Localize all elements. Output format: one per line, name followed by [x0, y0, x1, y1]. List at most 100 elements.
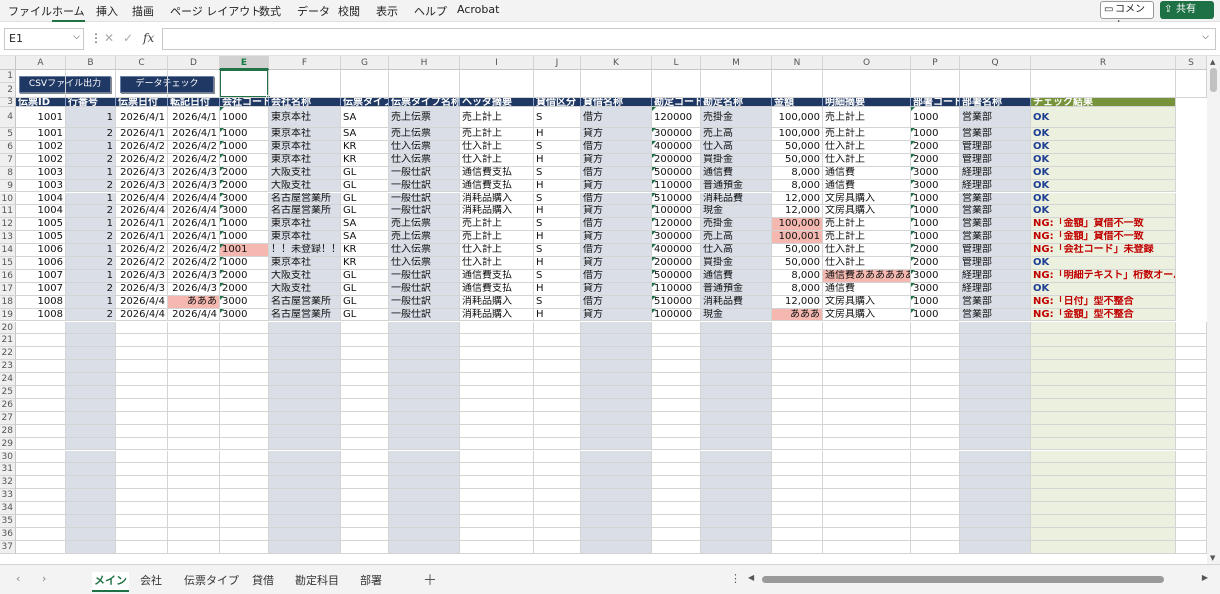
- empty-cell[interactable]: [220, 411, 269, 425]
- table-cell[interactable]: 2000: [911, 244, 960, 257]
- empty-cell[interactable]: [220, 424, 269, 438]
- table-cell[interactable]: 1000: [220, 218, 269, 232]
- table-cell[interactable]: 2026/4/4: [116, 308, 168, 322]
- table-cell[interactable]: 仕入計上: [460, 257, 534, 270]
- table-cell[interactable]: H: [534, 128, 581, 141]
- column-header-N[interactable]: N: [772, 56, 823, 70]
- empty-cell[interactable]: [460, 411, 534, 425]
- empty-cell[interactable]: [16, 437, 66, 451]
- table-cell[interactable]: 2000: [220, 282, 269, 296]
- table-cell[interactable]: 120000: [652, 218, 701, 232]
- table-cell[interactable]: 2: [66, 128, 116, 141]
- table-cell[interactable]: 1005: [16, 231, 66, 245]
- empty-cell[interactable]: [1176, 360, 1207, 374]
- table-cell[interactable]: 一般仕訳: [389, 179, 460, 193]
- empty-cell[interactable]: [701, 321, 772, 335]
- empty-cell[interactable]: [389, 411, 460, 425]
- table-cell[interactable]: 大阪支社: [269, 282, 341, 296]
- table-cell[interactable]: あああ: [772, 308, 823, 322]
- empty-cell[interactable]: [960, 502, 1031, 515]
- empty-cell[interactable]: [1031, 373, 1176, 386]
- empty-cell[interactable]: [772, 360, 823, 374]
- table-cell[interactable]: KR: [341, 153, 389, 167]
- empty-cell[interactable]: [220, 502, 269, 515]
- table-cell[interactable]: 売上伝票: [389, 128, 460, 141]
- table-cell[interactable]: 1005: [16, 218, 66, 232]
- empty-cell[interactable]: [269, 347, 341, 361]
- empty-cell[interactable]: [1176, 347, 1207, 361]
- empty-cell[interactable]: [16, 463, 66, 477]
- empty-cell[interactable]: [16, 489, 66, 503]
- empty-cell[interactable]: [341, 450, 389, 464]
- horizontal-scrollbar[interactable]: ◀ ▶: [748, 573, 1208, 585]
- row-header-15[interactable]: 15: [0, 257, 16, 270]
- table-cell[interactable]: 510000: [652, 192, 701, 206]
- empty-cell[interactable]: [66, 411, 116, 425]
- table-cell[interactable]: NG:「日付」型不整合: [1031, 295, 1176, 309]
- empty-cell[interactable]: [220, 321, 269, 335]
- table-cell[interactable]: 2026/4/4: [116, 295, 168, 309]
- table-cell[interactable]: 300000: [652, 128, 701, 141]
- empty-cell[interactable]: [911, 540, 960, 554]
- table-cell[interactable]: SA: [341, 218, 389, 232]
- table-cell[interactable]: 2026/4/2: [116, 140, 168, 154]
- row-header-18[interactable]: 18: [0, 295, 16, 309]
- table-cell[interactable]: 1007: [16, 282, 66, 296]
- empty-cell[interactable]: [460, 398, 534, 412]
- empty-cell[interactable]: [168, 398, 220, 412]
- table-cell[interactable]: 2026/4/2: [168, 257, 220, 270]
- table-cell[interactable]: 仕入計上: [823, 153, 911, 167]
- empty-cell[interactable]: [341, 540, 389, 554]
- table-header-cell[interactable]: 会社名称: [269, 98, 341, 107]
- table-cell[interactable]: 100000: [652, 205, 701, 219]
- empty-cell[interactable]: [116, 527, 168, 541]
- table-cell[interactable]: 2026/4/3: [116, 282, 168, 296]
- empty-cell[interactable]: [116, 437, 168, 451]
- table-cell[interactable]: 1000: [911, 192, 960, 206]
- insert-function-icon[interactable]: fx: [143, 31, 154, 45]
- empty-cell[interactable]: [116, 70, 168, 98]
- empty-cell[interactable]: [66, 373, 116, 386]
- table-cell[interactable]: 1000: [911, 308, 960, 322]
- empty-cell[interactable]: [269, 386, 341, 399]
- empty-cell[interactable]: [389, 450, 460, 464]
- row-header-14[interactable]: 14: [0, 244, 16, 257]
- empty-cell[interactable]: [220, 476, 269, 490]
- table-cell[interactable]: 2026/4/1: [116, 107, 168, 128]
- empty-cell[interactable]: [581, 386, 652, 399]
- row-header-32[interactable]: 32: [0, 476, 16, 490]
- table-cell[interactable]: 仕入高: [701, 140, 772, 154]
- empty-cell[interactable]: [823, 463, 911, 477]
- empty-cell[interactable]: [960, 321, 1031, 335]
- row-header-26[interactable]: 26: [0, 398, 16, 412]
- row-header-9[interactable]: 9: [0, 179, 16, 193]
- sheet-tab-1[interactable]: メイン: [92, 572, 129, 592]
- empty-cell[interactable]: [701, 476, 772, 490]
- empty-cell[interactable]: [581, 424, 652, 438]
- table-cell[interactable]: 仕入計上: [823, 244, 911, 257]
- empty-cell[interactable]: [66, 360, 116, 374]
- empty-cell[interactable]: [701, 347, 772, 361]
- select-all-corner[interactable]: [0, 56, 16, 70]
- row-header-7[interactable]: 7: [0, 153, 16, 167]
- table-cell[interactable]: 消耗品購入: [460, 205, 534, 219]
- table-cell[interactable]: 100,000: [772, 128, 823, 141]
- table-cell[interactable]: H: [534, 231, 581, 245]
- empty-cell[interactable]: [1031, 347, 1176, 361]
- table-cell[interactable]: GL: [341, 166, 389, 180]
- table-cell[interactable]: 仕入計上: [823, 257, 911, 270]
- empty-cell[interactable]: [772, 489, 823, 503]
- empty-cell[interactable]: [16, 411, 66, 425]
- table-cell[interactable]: 1002: [16, 153, 66, 167]
- empty-cell[interactable]: [1031, 386, 1176, 399]
- empty-cell[interactable]: [220, 489, 269, 503]
- table-cell[interactable]: 1002: [16, 140, 66, 154]
- scroll-left-icon[interactable]: ◀: [748, 573, 754, 582]
- table-cell[interactable]: OK: [1031, 128, 1176, 141]
- table-cell[interactable]: 1000: [220, 107, 269, 128]
- row-header-17[interactable]: 17: [0, 282, 16, 296]
- empty-cell[interactable]: [16, 527, 66, 541]
- column-header-I[interactable]: I: [460, 56, 534, 70]
- empty-cell[interactable]: [581, 437, 652, 451]
- empty-cell[interactable]: [389, 347, 460, 361]
